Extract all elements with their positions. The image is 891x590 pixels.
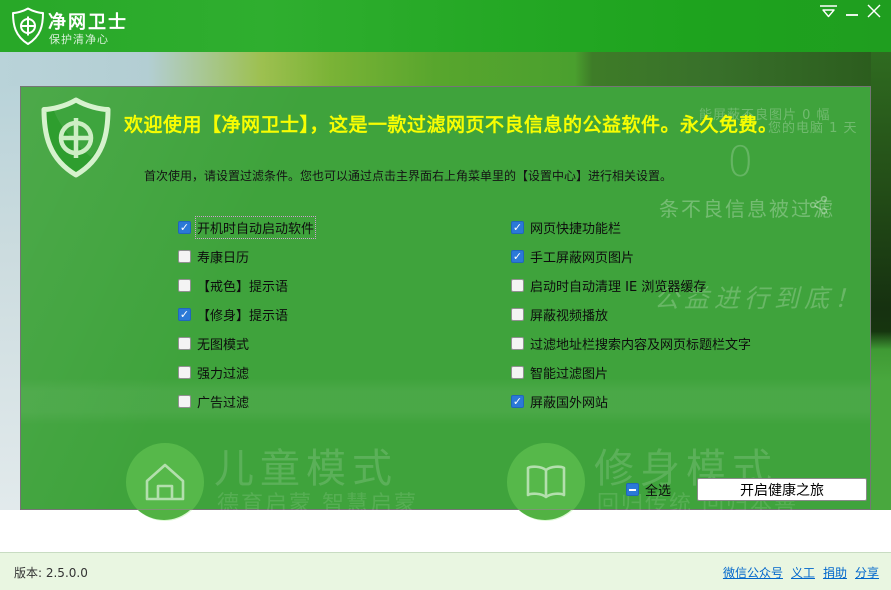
checkbox[interactable] bbox=[626, 483, 639, 496]
checkbox[interactable] bbox=[178, 250, 191, 263]
checkbox[interactable] bbox=[511, 395, 524, 408]
checkbox[interactable] bbox=[511, 308, 524, 321]
option-strong-filter[interactable]: 强力过滤 bbox=[178, 358, 314, 387]
background-left-edge bbox=[0, 86, 20, 510]
start-journey-button[interactable]: 开启健康之旅 bbox=[697, 478, 867, 501]
option-shoukang-calendar[interactable]: 寿康日历 bbox=[178, 242, 314, 271]
watermark-filtered-count: 0 bbox=[727, 137, 754, 186]
option-ad-filter[interactable]: 广告过滤 bbox=[178, 387, 314, 416]
background-main-window-top bbox=[0, 52, 871, 86]
share-icon bbox=[809, 195, 829, 219]
link-share[interactable]: 分享 bbox=[855, 564, 879, 581]
option-clear-ie-cache[interactable]: 启动时自动清理 IE 浏览器缓存 bbox=[511, 271, 751, 300]
checkbox[interactable] bbox=[511, 250, 524, 263]
child-mode-title: 儿童模式 bbox=[214, 436, 398, 494]
option-jiese-tip[interactable]: 【戒色】提示语 bbox=[178, 271, 314, 300]
selfcultivation-mode-circle bbox=[507, 443, 585, 521]
app-logo-shield-icon bbox=[11, 7, 45, 46]
title-bar: 净网卫士 保护清净心 bbox=[0, 0, 891, 52]
option-no-image-mode[interactable]: 无图模式 bbox=[178, 329, 314, 358]
checkbox[interactable] bbox=[178, 366, 191, 379]
app-tagline: 保护清净心 bbox=[49, 31, 109, 47]
checkbox[interactable] bbox=[511, 337, 524, 350]
mode-circle-arc-left bbox=[125, 510, 203, 520]
book-icon bbox=[524, 463, 568, 501]
footer-links: 微信公众号 义工 捐助 分享 bbox=[723, 564, 879, 581]
link-volunteer[interactable]: 义工 bbox=[791, 564, 815, 581]
checkbox[interactable] bbox=[511, 221, 524, 234]
options-column-right: 网页快捷功能栏 手工屏蔽网页图片 启动时自动清理 IE 浏览器缓存 屏蔽视频播放… bbox=[511, 213, 751, 416]
link-donate[interactable]: 捐助 bbox=[823, 564, 847, 581]
checkbox[interactable] bbox=[511, 366, 524, 379]
close-icon[interactable] bbox=[863, 2, 885, 20]
option-smart-filter-images[interactable]: 智能过滤图片 bbox=[511, 358, 751, 387]
background-lower-panel bbox=[0, 510, 891, 552]
checkbox[interactable] bbox=[178, 308, 191, 321]
house-icon bbox=[144, 462, 186, 502]
link-wechat-official[interactable]: 微信公众号 bbox=[723, 564, 783, 581]
option-xiushen-tip[interactable]: 【修身】提示语 bbox=[178, 300, 314, 329]
option-manual-block-images[interactable]: 手工屏蔽网页图片 bbox=[511, 242, 751, 271]
watermark-stat-line-2: 您的电脑 1 天 bbox=[768, 117, 858, 136]
main-menu-icon[interactable] bbox=[817, 2, 839, 20]
app-window: 净网卫士 保护清净心 版本: 2.5.0.0 微信公众号 义工 bbox=[0, 0, 891, 590]
welcome-dialog: 能屏蔽不良图片 0 幅 您的电脑 1 天 0 条不良信息被过滤 公益进行到底！ … bbox=[20, 86, 871, 510]
checkbox[interactable] bbox=[511, 279, 524, 292]
option-filter-addressbar-title[interactable]: 过滤地址栏搜索内容及网页标题栏文字 bbox=[511, 329, 751, 358]
checkbox[interactable] bbox=[178, 395, 191, 408]
status-bar: 版本: 2.5.0.0 微信公众号 义工 捐助 分享 bbox=[0, 552, 891, 590]
option-autostart[interactable]: 开机时自动启动软件 bbox=[178, 213, 314, 242]
mode-circle-arc-right bbox=[506, 510, 584, 520]
option-web-quickbar[interactable]: 网页快捷功能栏 bbox=[511, 213, 751, 242]
dialog-subtitle: 首次使用，请设置过滤条件。您也可以通过点击主界面右上角菜单里的【设置中心】进行相… bbox=[144, 167, 672, 184]
child-mode-circle bbox=[126, 443, 204, 521]
select-all-checkbox[interactable]: 全选 bbox=[626, 480, 671, 499]
background-right-edge bbox=[871, 52, 891, 510]
minimize-icon[interactable] bbox=[841, 2, 863, 20]
options-column-left: 开机时自动启动软件 寿康日历 【戒色】提示语 【修身】提示语 无图模式 强力过滤 bbox=[178, 213, 314, 416]
dialog-title: 欢迎使用【净网卫士】，这是一款过滤网页不良信息的公益软件。永久免费。 bbox=[124, 110, 778, 137]
option-block-video[interactable]: 屏蔽视频播放 bbox=[511, 300, 751, 329]
select-all-label: 全选 bbox=[645, 480, 671, 499]
version-label: 版本: 2.5.0.0 bbox=[14, 564, 88, 581]
checkbox[interactable] bbox=[178, 221, 191, 234]
checkbox[interactable] bbox=[178, 279, 191, 292]
dialog-shield-icon bbox=[39, 97, 113, 179]
option-block-foreign-sites[interactable]: 屏蔽国外网站 bbox=[511, 387, 751, 416]
checkbox[interactable] bbox=[178, 337, 191, 350]
